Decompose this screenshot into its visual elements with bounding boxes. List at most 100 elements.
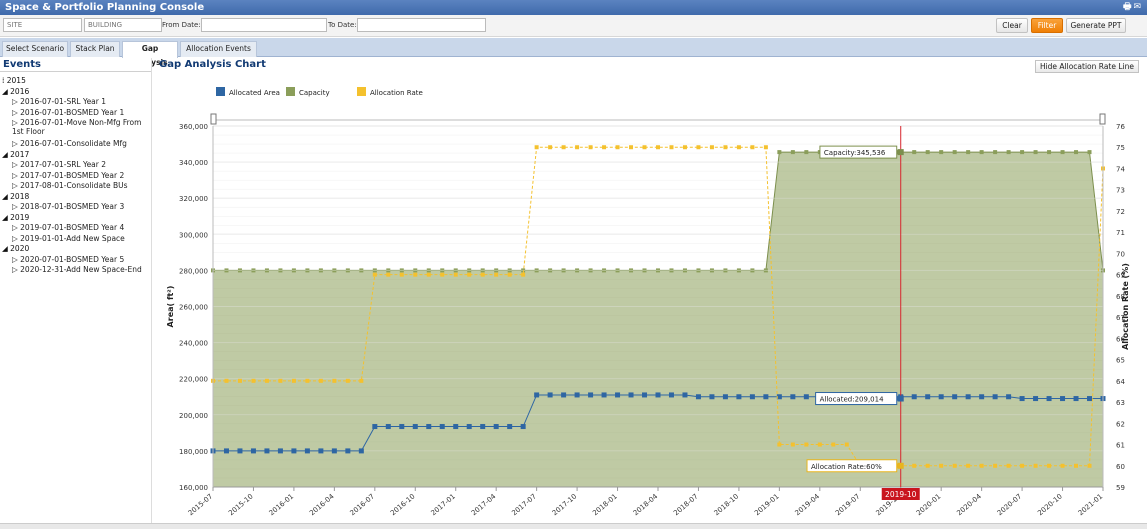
capacity-point [925, 150, 930, 155]
y2-tick-label: 72 [1116, 208, 1125, 216]
capacity-point [1087, 150, 1092, 155]
allocated-point [1006, 394, 1012, 400]
x-tick-label: 2018-10 [713, 492, 741, 517]
tree-year[interactable]: ◢ 2020 [2, 244, 29, 253]
allocation-rate-point [966, 463, 971, 468]
tree-year[interactable]: ◢ 2019 [2, 213, 29, 222]
legend-swatch [286, 87, 295, 96]
allocation-rate-point [790, 442, 795, 447]
clear-button[interactable]: Clear [996, 18, 1028, 33]
legend-label: Allocation Rate [370, 89, 423, 97]
tree-event-item[interactable]: ▷ 2018-07-01-BOSMED Year 3 [12, 202, 152, 211]
allocated-point [1060, 396, 1066, 402]
allocated-point [695, 394, 701, 400]
print-icon[interactable]: 🖶 [1123, 2, 1134, 12]
allocated-point [439, 424, 445, 430]
allocated-point [561, 392, 567, 398]
allocated-point [534, 392, 540, 398]
capacity-point [790, 150, 795, 155]
tree-event-item[interactable]: ▷ 2016-07-01-SRL Year 1 [12, 97, 152, 106]
mail-icon[interactable]: ✉ [1133, 2, 1143, 12]
tree-event-item[interactable]: ▷ 2017-08-01-Consolidate BUs [12, 181, 152, 190]
allocated-point [277, 448, 283, 454]
tree-event-item[interactable]: ▷ 2017-07-01-BOSMED Year 2 [12, 171, 152, 180]
allocation-rate-point [251, 378, 256, 383]
building-input[interactable] [84, 18, 162, 32]
y-axis-title: Area( ft²) [166, 286, 175, 328]
y2-tick-label: 71 [1116, 229, 1125, 237]
allocated-point [547, 392, 553, 398]
tree-year[interactable]: ◢ 2018 [2, 192, 29, 201]
allocation-rate-point [305, 378, 310, 383]
allocated-point [709, 394, 715, 400]
allocation-rate-point [278, 378, 283, 383]
x-tick-label: 2017-01 [429, 492, 457, 517]
site-input[interactable] [3, 18, 82, 32]
y-tick-label: 160,000 [179, 484, 208, 492]
allocation-rate-point [386, 272, 391, 277]
tree-event-item[interactable]: ▷ 2020-12-31-Add New Space-End [12, 265, 152, 274]
tab-select-scenario[interactable]: Select Scenario [2, 41, 68, 57]
allocation-rate-point [372, 272, 377, 277]
allocation-rate-point [736, 145, 741, 150]
allocation-rate-point [952, 463, 957, 468]
allocation-rate-point [669, 145, 674, 150]
allocation-rate-point [548, 145, 553, 150]
generate-ppt-button[interactable]: Generate PPT [1066, 18, 1126, 33]
status-bar [0, 523, 1147, 529]
allocated-point [722, 394, 728, 400]
tree-event-item[interactable]: ▷ 2016-07-01-Move Non-Mfg From 1st Floor [12, 118, 152, 136]
y-tick-label: 220,000 [179, 376, 208, 384]
allocated-point [965, 394, 971, 400]
allocation-rate-point [804, 442, 809, 447]
allocated-point [925, 394, 931, 400]
tree-year[interactable]: ◢ 2016 [2, 87, 29, 96]
y2-tick-label: 62 [1116, 420, 1125, 428]
y2-tick-label: 64 [1116, 378, 1125, 386]
tree-event-item[interactable]: ▷ 2019-01-01-Add New Space [12, 234, 152, 243]
tree-event-item[interactable]: ▷ 2016-07-01-BOSMED Year 1 [12, 108, 152, 117]
x-tick-label: 2020-04 [955, 492, 983, 517]
tab-stack-plan[interactable]: Stack Plan [70, 41, 120, 57]
gap-analysis-chart: 160,000 180,000 200,000 220,000 240,000 260,0… [166, 87, 1130, 517]
to-date-input[interactable] [357, 18, 486, 32]
x-tick-label: 2019-04 [794, 492, 822, 517]
allocated-point [911, 394, 917, 400]
allocated-point [453, 424, 459, 430]
tree-event-item[interactable]: ▷ 2017-07-01-SRL Year 2 [12, 160, 152, 169]
allocation-rate-point [642, 145, 647, 150]
from-date-input[interactable] [201, 18, 327, 32]
filter-bar: From Date: To Date: Clear Filter Generat… [0, 15, 1147, 37]
title-icons: 🖶✉ [1123, 0, 1143, 15]
allocation-rate-point [1020, 463, 1025, 468]
allocation-rate-point [979, 463, 984, 468]
allocated-point [399, 424, 405, 430]
allocated-point [938, 394, 944, 400]
allocated-point [237, 448, 243, 454]
tree-year[interactable]: ◢ 2017 [2, 150, 29, 159]
y2-tick-label: 73 [1116, 187, 1125, 195]
allocation-rate-point [480, 272, 485, 277]
filter-button[interactable]: Filter [1031, 18, 1063, 33]
tree-year[interactable]: ⁞ 2015 [2, 76, 26, 85]
allocated-point [615, 392, 621, 398]
allocation-rate-point [939, 463, 944, 468]
allocation-rate-point [426, 272, 431, 277]
capacity-point [1060, 150, 1065, 155]
y-tick-label: 180,000 [179, 448, 208, 456]
allocation-rate-point [534, 145, 539, 150]
y2-tick-label: 65 [1116, 357, 1125, 365]
tree-event-item[interactable]: ▷ 2020-07-01-BOSMED Year 5 [12, 255, 152, 264]
allocation-rate-point [615, 145, 620, 150]
tree-event-item[interactable]: ▷ 2016-07-01-Consolidate Mfg [12, 139, 152, 148]
allocation-rate-point [440, 272, 445, 277]
tab-allocation-events[interactable]: Allocation Events [180, 41, 257, 57]
tree-event-item[interactable]: ▷ 2019-07-01-BOSMED Year 4 [12, 223, 152, 232]
y-tick-label: 360,000 [179, 123, 208, 131]
y-tick-label: 240,000 [179, 340, 208, 348]
allocation-rate-point [494, 272, 499, 277]
y2-tick-label: 75 [1116, 144, 1125, 152]
x-tick-label: 2018-04 [632, 492, 660, 517]
allocated-point [1087, 396, 1093, 402]
tab-gap-analysis[interactable]: Gap Analysis [122, 41, 178, 67]
